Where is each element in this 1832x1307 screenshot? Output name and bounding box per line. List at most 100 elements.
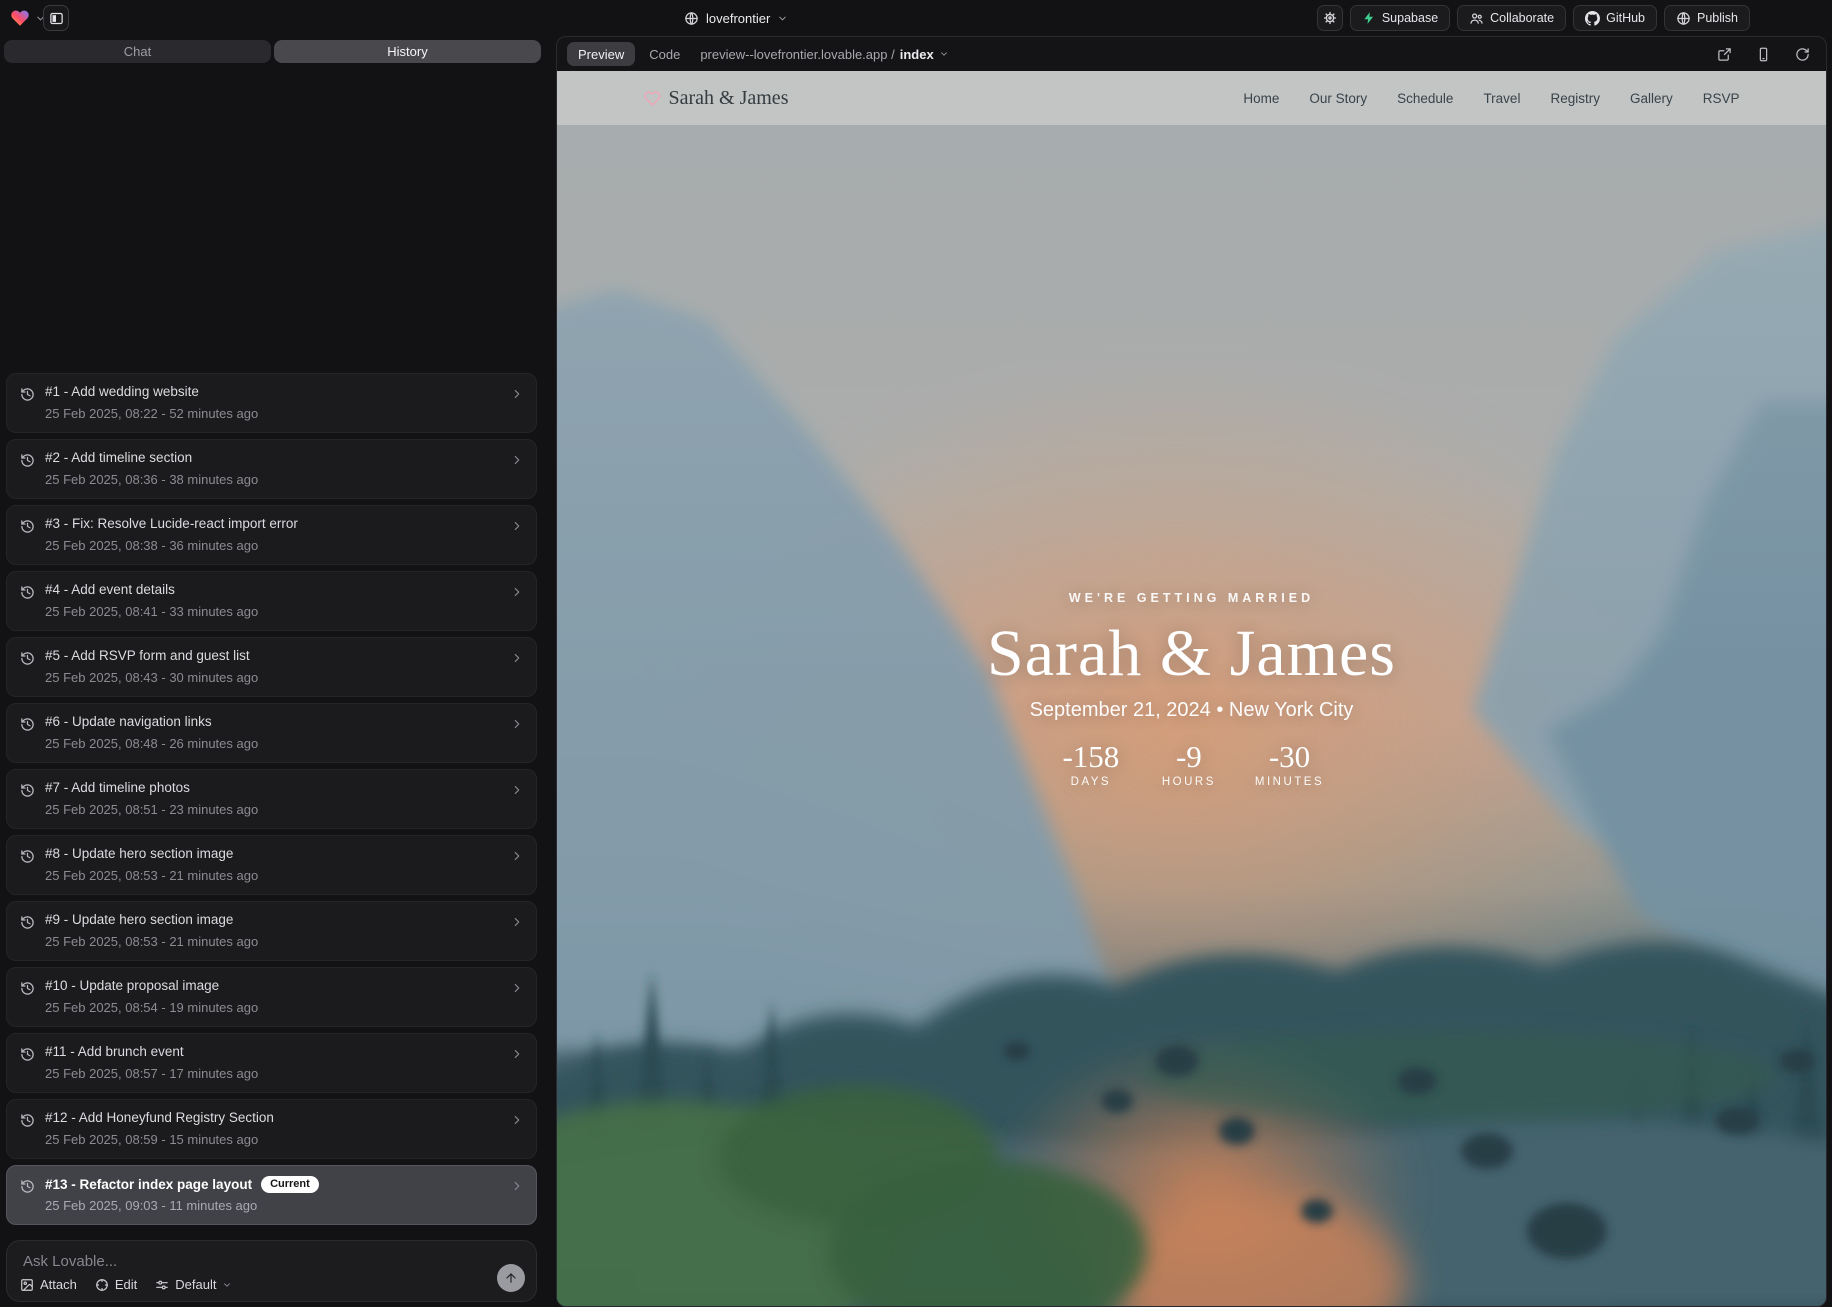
sidebar: Chat History #1 - Add wedding website 25… [0, 36, 545, 1307]
site-name: Sarah & James [669, 87, 789, 110]
tab-chat[interactable]: Chat [4, 40, 271, 63]
history-item[interactable]: #12 - Add Honeyfund Registry Section 25 … [6, 1099, 537, 1159]
history-item[interactable]: #8 - Update hero section image 25 Feb 20… [6, 835, 537, 895]
chevron-right-icon[interactable] [510, 849, 524, 863]
site-nav-link[interactable]: Our Story [1309, 91, 1367, 106]
attach-button[interactable]: Attach [20, 1277, 77, 1292]
history-item[interactable]: #6 - Update navigation links 25 Feb 2025… [6, 703, 537, 763]
crosshair-icon [95, 1278, 109, 1292]
history-item-timestamp: 25 Feb 2025, 09:03 - 11 minutes ago [45, 1198, 257, 1213]
chevron-right-icon[interactable] [510, 519, 524, 533]
history-icon [20, 387, 35, 402]
sidebar-toggle-button[interactable] [43, 5, 69, 31]
history-item[interactable]: #9 - Update hero section image 25 Feb 20… [6, 901, 537, 961]
hero-date-location: September 21, 2024 • New York City [557, 698, 1826, 722]
site-nav-link[interactable]: Gallery [1630, 91, 1673, 106]
chevron-right-icon[interactable] [510, 783, 524, 797]
website-viewport: Sarah & James Home Our Story Schedule Trave… [557, 71, 1826, 1306]
open-external-icon[interactable] [1717, 47, 1732, 62]
history-item[interactable]: #13 - Refactor index page layoutCurrent … [6, 1165, 537, 1225]
history-item[interactable]: #7 - Add timeline photos 25 Feb 2025, 08… [6, 769, 537, 829]
chevron-right-icon[interactable] [510, 651, 524, 665]
history-icon [20, 717, 35, 732]
composer-input[interactable] [21, 1251, 451, 1275]
history-item[interactable]: #1 - Add wedding website 25 Feb 2025, 08… [6, 373, 537, 433]
history-item[interactable]: #11 - Add brunch event 25 Feb 2025, 08:5… [6, 1033, 537, 1093]
collaborate-button[interactable]: Collaborate [1457, 5, 1566, 31]
tab-history[interactable]: History [274, 40, 541, 63]
site-nav-link[interactable]: RSVP [1703, 91, 1740, 106]
supabase-button[interactable]: Supabase [1350, 5, 1450, 31]
globe-icon [684, 11, 699, 26]
site-nav-link[interactable]: Travel [1483, 91, 1520, 106]
chevron-right-icon[interactable] [510, 981, 524, 995]
chevron-right-icon[interactable] [510, 387, 524, 401]
send-button[interactable] [497, 1264, 525, 1292]
chevron-right-icon[interactable] [510, 453, 524, 467]
history-item-timestamp: 25 Feb 2025, 08:57 - 17 minutes ago [45, 1066, 258, 1081]
history-icon [20, 1113, 35, 1128]
site-nav-link[interactable]: Schedule [1397, 91, 1453, 106]
history-item[interactable]: #3 - Fix: Resolve Lucide-react import er… [6, 505, 537, 565]
history-item[interactable]: #5 - Add RSVP form and guest list 25 Feb… [6, 637, 537, 697]
project-switcher[interactable]: lovefrontier [684, 0, 788, 36]
history-item[interactable]: #4 - Add event details 25 Feb 2025, 08:4… [6, 571, 537, 631]
mobile-view-icon[interactable] [1756, 47, 1771, 62]
lovable-logo[interactable] [10, 8, 46, 28]
countdown: -158 DAYS -9 HOURS -30 MINUTES [557, 740, 1826, 788]
settings-button[interactable] [1317, 5, 1343, 31]
users-icon [1469, 11, 1484, 26]
chevron-right-icon[interactable] [510, 717, 524, 731]
history-item[interactable]: #2 - Add timeline section 25 Feb 2025, 0… [6, 439, 537, 499]
history-item-title: #11 - Add brunch event [45, 1044, 184, 1059]
chat-mode-selector[interactable]: Default [155, 1277, 232, 1292]
history-item-title: #13 - Refactor index page layout [45, 1177, 252, 1192]
site-nav: Home Our Story Schedule Travel Registry Galle… [1243, 91, 1739, 106]
history-item-title: #1 - Add wedding website [45, 384, 199, 399]
history-item-timestamp: 25 Feb 2025, 08:38 - 36 minutes ago [45, 538, 258, 553]
history-item[interactable]: #10 - Update proposal image 25 Feb 2025,… [6, 967, 537, 1027]
site-logo[interactable]: Sarah & James [644, 87, 789, 110]
current-badge: Current [261, 1176, 319, 1193]
preview-toolbar: Preview Code preview--lovefrontier.lovab… [557, 37, 1826, 71]
history-item-title: #6 - Update navigation links [45, 714, 212, 729]
history-item-title: #2 - Add timeline section [45, 450, 192, 465]
chevron-right-icon[interactable] [510, 1179, 524, 1193]
tab-preview[interactable]: Preview [567, 42, 635, 66]
edit-label: Edit [115, 1277, 137, 1292]
edit-button[interactable]: Edit [95, 1277, 137, 1292]
site-header: Sarah & James Home Our Story Schedule Trave… [557, 71, 1826, 125]
chevron-right-icon[interactable] [510, 1047, 524, 1061]
collaborate-label: Collaborate [1490, 11, 1554, 25]
lovable-heart-icon [10, 8, 30, 28]
history-icon [20, 519, 35, 534]
preview-pane: Preview Code preview--lovefrontier.lovab… [556, 36, 1827, 1307]
site-nav-link[interactable]: Home [1243, 91, 1279, 106]
countdown-label: HOURS [1157, 776, 1221, 788]
refresh-icon[interactable] [1795, 47, 1810, 62]
composer[interactable]: Attach Edit Default [6, 1240, 537, 1302]
github-button[interactable]: GitHub [1573, 5, 1657, 31]
chevron-right-icon[interactable] [510, 915, 524, 929]
github-label: GitHub [1606, 11, 1645, 25]
preview-url[interactable]: preview--lovefrontier.lovable.app / inde… [700, 47, 948, 62]
hero-section: WE'RE GETTING MARRIED Sarah & James Sept… [557, 591, 1826, 788]
site-nav-link[interactable]: Registry [1550, 91, 1600, 106]
supabase-icon [1362, 11, 1376, 25]
publish-button[interactable]: Publish [1664, 5, 1750, 31]
chevron-right-icon[interactable] [510, 1113, 524, 1127]
history-icon [20, 585, 35, 600]
history-item-title: #5 - Add RSVP form and guest list [45, 648, 250, 663]
gear-icon [1322, 10, 1338, 26]
heart-icon [644, 90, 661, 107]
supabase-label: Supabase [1382, 11, 1438, 25]
history-item-title: #12 - Add Honeyfund Registry Section [45, 1110, 274, 1125]
preview-url-page: index [900, 47, 934, 62]
hero-eyebrow: WE'RE GETTING MARRIED [557, 591, 1826, 606]
chevron-right-icon[interactable] [510, 585, 524, 599]
tab-code[interactable]: Code [649, 47, 680, 62]
countdown-label: MINUTES [1255, 776, 1324, 788]
history-icon [20, 1179, 35, 1194]
history-icon [20, 849, 35, 864]
publish-label: Publish [1697, 11, 1738, 25]
